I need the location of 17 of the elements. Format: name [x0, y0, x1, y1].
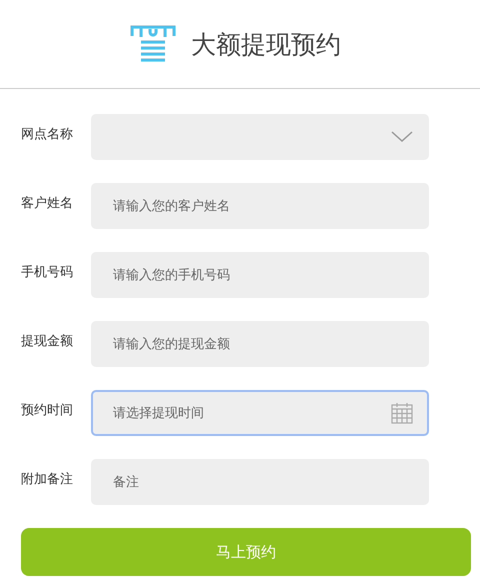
- input-field[interactable]: 请输入您的提现金额: [91, 321, 429, 367]
- withdraw-icon: [129, 24, 177, 64]
- page-title: 大额提现预约: [191, 28, 341, 60]
- calendar-icon: [391, 402, 413, 424]
- input-field[interactable]: 请输入您的客户姓名: [91, 183, 429, 229]
- input-field[interactable]: 备注: [91, 459, 429, 505]
- field-label: 手机号码: [21, 264, 74, 281]
- date-field[interactable]: 请选择提现时间: [91, 390, 429, 436]
- field-label: 客户姓名: [21, 195, 74, 212]
- field-label: 预约时间: [21, 402, 74, 419]
- field-label: 网点名称: [21, 126, 74, 143]
- field-label: 提现金额: [21, 333, 74, 350]
- input-field[interactable]: 请输入您的手机号码: [91, 252, 429, 298]
- select-field[interactable]: [91, 114, 429, 160]
- chevron-down-icon: [391, 131, 413, 143]
- submit-button[interactable]: 马上预约: [21, 528, 471, 576]
- field-label: 附加备注: [21, 471, 74, 488]
